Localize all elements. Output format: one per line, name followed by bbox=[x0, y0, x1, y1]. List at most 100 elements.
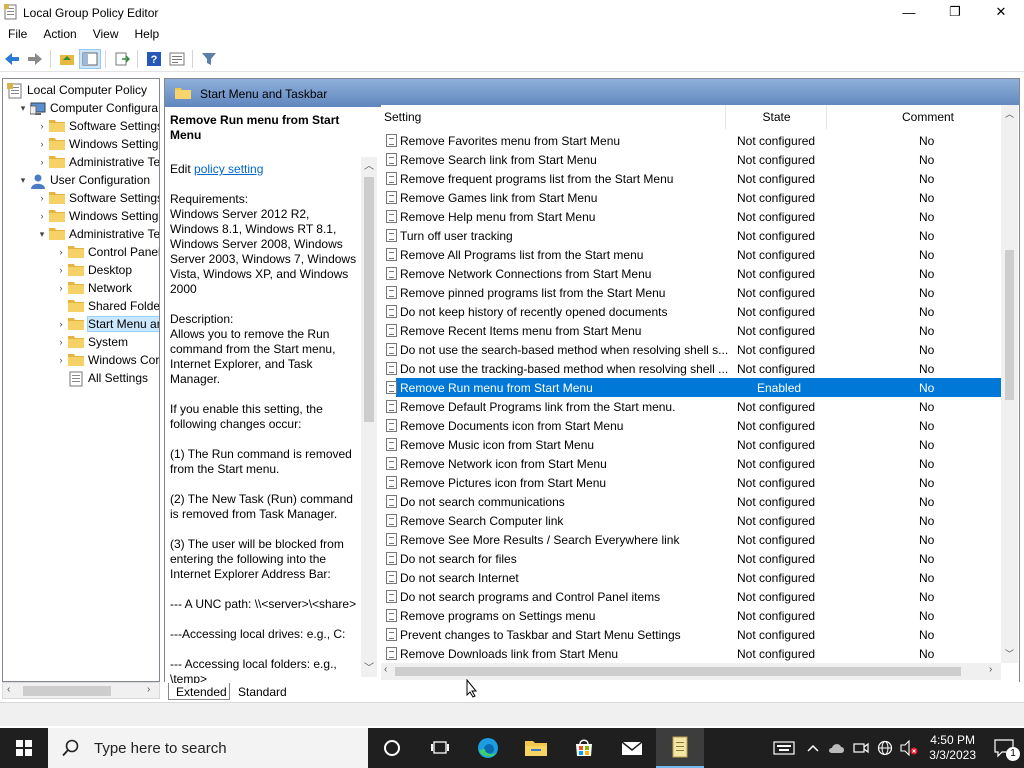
tree-item[interactable]: › System bbox=[54, 333, 129, 351]
clock[interactable]: 4:50 PM 3/3/2023 bbox=[929, 733, 976, 763]
policy-row[interactable]: Do not use the tracking-based method whe… bbox=[381, 359, 1001, 378]
policy-row[interactable]: Prevent changes to Taskbar and Start Men… bbox=[381, 625, 1001, 644]
tree-item[interactable]: › Start Menu ar bbox=[54, 315, 159, 333]
chevron-right-icon[interactable]: › bbox=[54, 247, 68, 257]
tree-item[interactable]: ▾ Administrative Te bbox=[35, 225, 159, 243]
back-button[interactable] bbox=[1, 49, 23, 69]
chevron-right-icon[interactable]: › bbox=[54, 265, 68, 275]
chevron-right-icon[interactable]: › bbox=[35, 211, 49, 221]
policy-row[interactable]: Turn off user tracking Not configured No bbox=[381, 226, 1001, 245]
tree-item[interactable]: Shared Folder bbox=[54, 297, 159, 315]
policy-row[interactable]: Remove Downloads link from Start Menu Not… bbox=[381, 644, 1001, 663]
meet-now-button[interactable] bbox=[849, 728, 873, 768]
policy-row[interactable]: Remove frequent programs list from the S… bbox=[381, 169, 1001, 188]
policy-row[interactable]: Do not search Internet Not configured No bbox=[381, 568, 1001, 587]
column-header-setting[interactable]: Setting bbox=[384, 105, 726, 129]
taskbar-search-box[interactable]: Type here to search bbox=[48, 728, 368, 768]
scroll-right-icon[interactable]: › bbox=[989, 664, 992, 675]
scroll-up-icon[interactable]: ︿ bbox=[364, 157, 374, 172]
tree-item[interactable]: › Administrative Te bbox=[35, 153, 160, 171]
start-button[interactable] bbox=[0, 728, 48, 768]
volume-button[interactable] bbox=[897, 728, 921, 768]
policy-row[interactable]: Remove Games link from Start Menu Not con… bbox=[381, 188, 1001, 207]
tree-horizontal-scrollbar[interactable]: ‹ › bbox=[2, 682, 160, 699]
scroll-down-icon[interactable]: ﹀ bbox=[1005, 647, 1014, 660]
tree-item[interactable]: › Desktop bbox=[54, 261, 133, 279]
tree-item[interactable]: › Windows Setting bbox=[35, 207, 159, 225]
column-header-state[interactable]: State bbox=[727, 105, 827, 129]
column-header-comment[interactable]: Comment bbox=[828, 105, 1024, 129]
export-list-button[interactable] bbox=[111, 49, 133, 69]
filter-button[interactable] bbox=[198, 49, 220, 69]
tree-item[interactable]: › Windows Cor bbox=[54, 351, 160, 369]
scroll-thumb[interactable] bbox=[1005, 250, 1014, 400]
policy-row[interactable]: Do not search communications Not configur… bbox=[381, 492, 1001, 511]
menu-action[interactable]: Action bbox=[35, 27, 84, 41]
policy-row[interactable]: Remove Pictures icon from Start Menu Not … bbox=[381, 473, 1001, 492]
policy-row[interactable]: Remove programs on Settings menu Not conf… bbox=[381, 606, 1001, 625]
mail-taskbar-button[interactable] bbox=[608, 728, 656, 768]
scroll-down-icon[interactable]: ﹀ bbox=[364, 659, 374, 674]
tree-item[interactable]: › Software Settings bbox=[35, 117, 160, 135]
tree-item[interactable]: Local Computer Policy bbox=[7, 81, 147, 99]
minimize-button[interactable]: — bbox=[886, 0, 932, 24]
policy-row[interactable]: Remove Recent Items menu from Start Menu… bbox=[381, 321, 1001, 340]
chevron-right-icon[interactable]: › bbox=[54, 283, 68, 293]
up-one-level-button[interactable] bbox=[56, 49, 78, 69]
scroll-left-icon[interactable]: ‹ bbox=[7, 684, 10, 695]
cortana-button[interactable] bbox=[368, 728, 416, 768]
tree-item[interactable]: ▾ User Configuration bbox=[16, 171, 150, 189]
scroll-thumb[interactable] bbox=[395, 667, 961, 676]
maximize-button[interactable]: ❐ bbox=[932, 0, 978, 24]
tree-item[interactable]: ▾ Computer Configura bbox=[16, 99, 158, 117]
tree-item[interactable]: › Control Panel bbox=[54, 243, 160, 261]
network-button[interactable] bbox=[873, 728, 897, 768]
scroll-left-icon[interactable]: ‹ bbox=[384, 664, 387, 675]
scroll-thumb[interactable] bbox=[364, 177, 374, 422]
tab-extended[interactable]: Extended bbox=[168, 683, 230, 700]
task-view-button[interactable] bbox=[416, 728, 464, 768]
policy-row[interactable]: Do not use the search-based method when … bbox=[381, 340, 1001, 359]
policy-row[interactable]: Remove Default Programs link from the St… bbox=[381, 397, 1001, 416]
file-explorer-taskbar-button[interactable] bbox=[512, 728, 560, 768]
list-vertical-scrollbar[interactable]: ︿ ﹀ bbox=[1001, 105, 1018, 663]
show-hidden-icons-button[interactable] bbox=[801, 728, 825, 768]
chevron-right-icon[interactable]: › bbox=[54, 337, 68, 347]
description-scrollbar[interactable]: ︿ ﹀ bbox=[361, 157, 377, 677]
show-hide-tree-button[interactable] bbox=[79, 48, 101, 69]
chevron-right-icon[interactable]: › bbox=[35, 139, 49, 149]
policy-row[interactable]: Remove Run menu from Start Menu Enabled No bbox=[386, 378, 1001, 397]
tree-item[interactable]: › Network bbox=[54, 279, 133, 297]
policy-row[interactable]: Remove pinned programs list from the Sta… bbox=[381, 283, 1001, 302]
policy-row[interactable]: Do not search programs and Control Panel… bbox=[381, 587, 1001, 606]
menu-help[interactable]: Help bbox=[127, 27, 168, 41]
touch-keyboard-button[interactable] bbox=[767, 728, 801, 768]
policy-row[interactable]: Remove All Programs list from the Start … bbox=[381, 245, 1001, 264]
chevron-right-icon[interactable]: › bbox=[54, 355, 68, 365]
store-taskbar-button[interactable] bbox=[560, 728, 608, 768]
list-horizontal-scrollbar[interactable]: ‹ › bbox=[381, 663, 1001, 680]
policy-row[interactable]: Remove Network Connections from Start Me… bbox=[381, 264, 1001, 283]
scroll-up-icon[interactable]: ︿ bbox=[1005, 107, 1014, 120]
forward-button[interactable] bbox=[24, 49, 46, 69]
menu-view[interactable]: View bbox=[85, 27, 127, 41]
scroll-thumb[interactable] bbox=[23, 686, 111, 696]
policy-row[interactable]: Remove Network icon from Start Menu Not c… bbox=[381, 454, 1001, 473]
tree-item[interactable]: › Windows Setting bbox=[35, 135, 159, 153]
properties-button[interactable] bbox=[166, 49, 188, 69]
tree-item[interactable]: All Settings bbox=[54, 369, 148, 387]
policy-row[interactable]: Do not keep history of recently opened d… bbox=[381, 302, 1001, 321]
tab-standard[interactable]: Standard bbox=[234, 683, 296, 700]
policy-row[interactable]: Remove Search link from Start Menu Not co… bbox=[381, 150, 1001, 169]
scroll-right-icon[interactable]: › bbox=[147, 684, 150, 695]
policy-row[interactable]: Remove Favorites menu from Start Menu Not… bbox=[381, 131, 1001, 150]
chevron-right-icon[interactable]: › bbox=[35, 157, 49, 167]
menu-file[interactable]: File bbox=[0, 27, 35, 41]
policy-row[interactable]: Remove Music icon from Start Menu Not con… bbox=[381, 435, 1001, 454]
group-policy-taskbar-button[interactable] bbox=[656, 728, 704, 768]
onedrive-button[interactable] bbox=[825, 728, 849, 768]
close-button[interactable]: ✕ bbox=[978, 0, 1024, 24]
policy-row[interactable]: Remove See More Results / Search Everywh… bbox=[381, 530, 1001, 549]
policy-row[interactable]: Remove Help menu from Start Menu Not conf… bbox=[381, 207, 1001, 226]
chevron-right-icon[interactable]: › bbox=[35, 193, 49, 203]
